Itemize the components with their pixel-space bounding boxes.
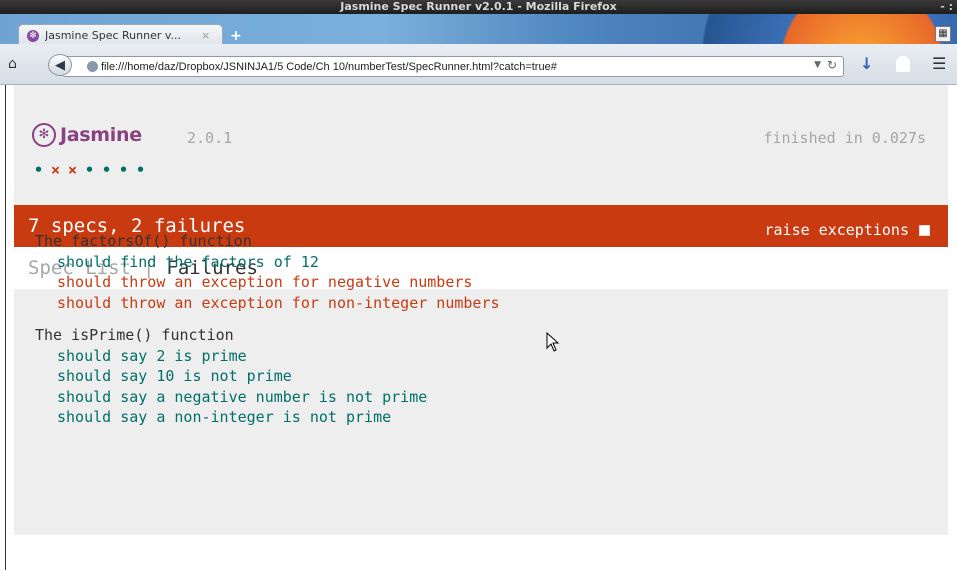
spec-list: The factorsOf() function should find the … [35, 231, 500, 440]
back-button[interactable]: ◀ [48, 54, 72, 76]
symbol-passed[interactable]: • [81, 161, 98, 179]
jasmine-logo[interactable]: ✻ Jasmine [32, 123, 142, 147]
mouse-cursor-icon [546, 332, 560, 352]
list-all-tabs-icon[interactable]: ▦ [935, 26, 951, 42]
new-tab-button[interactable]: + [230, 28, 242, 44]
suite-description[interactable]: The factorsOf() function [35, 231, 500, 252]
raise-exceptions-checkbox[interactable] [919, 224, 930, 236]
raise-exceptions-label: raise exceptions [764, 221, 910, 239]
tab-close-icon[interactable]: × [201, 29, 210, 42]
window-controls[interactable]: - : [940, 0, 953, 14]
jasmine-logo-text: Jasmine [60, 124, 142, 146]
tab-strip: ✻ Jasmine Spec Runner v... × + ▦ [0, 14, 957, 44]
spec-failed[interactable]: should throw an exception for negative n… [35, 272, 500, 293]
jasmine-flower-icon: ✻ [32, 123, 56, 147]
suite-description[interactable]: The isPrime() function [35, 325, 500, 346]
symbol-failed[interactable]: × [47, 161, 64, 179]
site-identity-icon[interactable] [87, 61, 98, 72]
menu-icon[interactable]: ☰ [932, 54, 946, 73]
window-left-border [5, 85, 6, 570]
symbol-failed[interactable]: × [64, 161, 81, 179]
window-title-bar: Jasmine Spec Runner v2.0.1 - Mozilla Fir… [0, 0, 957, 14]
spec-passed[interactable]: should say 2 is prime [35, 346, 500, 367]
window-title: Jasmine Spec Runner v2.0.1 - Mozilla Fir… [340, 0, 617, 13]
symbol-passed[interactable]: • [132, 161, 149, 179]
symbol-passed[interactable]: • [115, 161, 132, 179]
addon-ghost-icon[interactable] [896, 56, 910, 72]
jasmine-version: 2.0.1 [187, 129, 233, 147]
symbol-summary: • × × • • • • [30, 161, 149, 179]
navigation-toolbar: ⌂ file:///home/daz/Dropbox/JSNINJA1/5 Co… [0, 44, 957, 85]
spec-passed[interactable]: should say 10 is not prime [35, 366, 500, 387]
spec-passed[interactable]: should find the factors of 12 [35, 252, 500, 273]
suite: The isPrime() function should say 2 is pr… [35, 325, 500, 428]
suite: The factorsOf() function should find the … [35, 231, 500, 313]
firefox-logo-art [640, 14, 957, 44]
reload-icon[interactable]: ↻ [827, 58, 837, 72]
spec-passed[interactable]: should say a non-integer is not prime [35, 407, 500, 428]
tab-jasmine-spec-runner[interactable]: ✻ Jasmine Spec Runner v... × [18, 24, 223, 44]
raise-exceptions-toggle[interactable]: raise exceptions [764, 221, 930, 239]
spec-passed[interactable]: should say a negative number is not prim… [35, 387, 500, 408]
jasmine-favicon-icon: ✻ [27, 29, 39, 42]
spec-failed[interactable]: should throw an exception for non-intege… [35, 293, 500, 314]
run-duration: finished in 0.027s [763, 129, 926, 147]
symbol-passed[interactable]: • [98, 161, 115, 179]
url-input[interactable]: file:///home/daz/Dropbox/JSNINJA1/5 Code… [85, 61, 557, 73]
symbol-passed[interactable]: • [30, 161, 47, 179]
tab-label: Jasmine Spec Runner v... [45, 29, 181, 42]
download-icon[interactable]: ↓ [860, 54, 873, 73]
url-history-dropdown-icon[interactable]: ▼ [814, 60, 821, 70]
url-bar[interactable]: file:///home/daz/Dropbox/JSNINJA1/5 Code… [62, 56, 844, 77]
home-icon[interactable]: ⌂ [8, 56, 26, 72]
